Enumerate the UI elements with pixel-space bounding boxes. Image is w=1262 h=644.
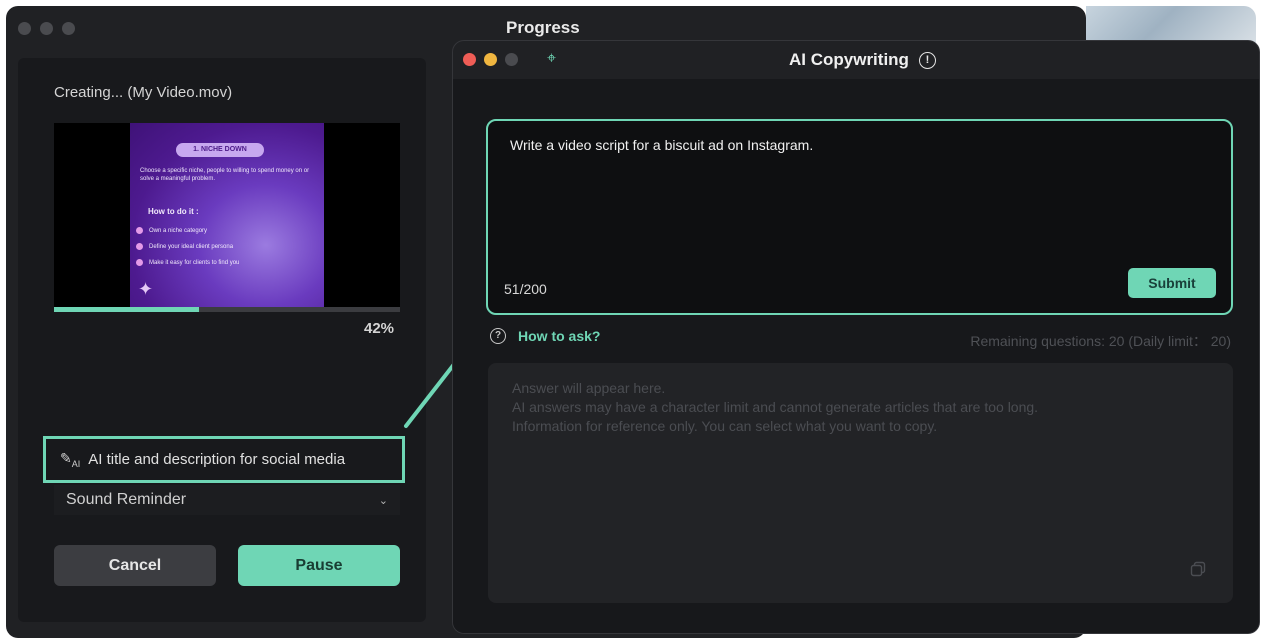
prompt-text[interactable]: Write a video script for a biscuit ad on… [510, 137, 813, 153]
minimize-window-button[interactable] [40, 22, 53, 35]
ai-copywriting-titlebar: ⌖ AI Copywriting ! [453, 41, 1259, 79]
ai-social-media-button[interactable]: ✎AI AI title and description for social … [43, 436, 405, 483]
slide-bullet: Make it easy for clients to find you [136, 259, 239, 266]
answer-placeholder-line: Information for reference only. You can … [512, 418, 938, 434]
how-to-ask-row[interactable]: ? How to ask? [490, 328, 600, 344]
answer-placeholder-line: Answer will appear here. [512, 380, 666, 396]
slide-decoration-icon: ✦ [138, 279, 154, 299]
answer-placeholder-line: AI answers may have a character limit an… [512, 399, 1039, 415]
creating-status-label: Creating... (My Video.mov) [54, 84, 233, 101]
preview-slide: 1. NICHE DOWN Choose a specific niche, p… [130, 123, 324, 311]
ai-pen-icon: ✎AI [60, 450, 81, 469]
copy-icon[interactable] [1190, 561, 1206, 577]
character-count: 51/200 [504, 281, 547, 297]
zoom-window-button[interactable] [62, 22, 75, 35]
slide-bullet: Own a niche category [136, 227, 207, 234]
ai-copywriting-window-controls [463, 53, 518, 66]
slide-heading: 1. NICHE DOWN [176, 143, 264, 157]
how-to-ask-link[interactable]: How to ask? [518, 328, 600, 344]
remaining-questions: Remaining questions: 20 (Daily limit： 20… [970, 333, 1231, 349]
ai-social-media-label: AI title and description for social medi… [88, 451, 346, 468]
slide-body: Choose a specific niche, people to willi… [140, 168, 310, 182]
chevron-down-icon: ⌄ [378, 494, 388, 507]
minimize-window-button[interactable] [484, 53, 497, 66]
close-window-button[interactable] [18, 22, 31, 35]
answer-placeholder: Answer will appear here. AI answers may … [512, 379, 1038, 436]
render-progress-bar [54, 307, 400, 312]
render-progress-fill [54, 307, 200, 312]
prompt-input[interactable]: Write a video script for a biscuit ad on… [486, 119, 1233, 315]
slide-bullet: Define your ideal client persona [136, 243, 233, 250]
ai-copywriting-title-text: AI Copywriting [789, 50, 909, 69]
progress-window-title: Progress [506, 18, 580, 37]
video-preview: 1. NICHE DOWN Choose a specific niche, p… [54, 123, 400, 311]
pause-button[interactable]: Pause [238, 545, 400, 586]
sound-reminder-value: Sound Reminder [66, 491, 187, 508]
cancel-button[interactable]: Cancel [54, 545, 216, 586]
question-icon: ? [490, 328, 506, 344]
ai-copywriting-window: ⌖ AI Copywriting ! Write a video script … [452, 40, 1260, 634]
submit-button[interactable]: Submit [1128, 268, 1216, 298]
sound-reminder-select[interactable]: Sound Reminder ⌄ [54, 485, 400, 515]
progress-percent: 42% [364, 320, 395, 337]
info-icon[interactable]: ! [918, 51, 936, 69]
ai-copywriting-title: AI Copywriting ! [789, 50, 936, 70]
slide-subheading: How to do it : [148, 207, 199, 216]
answer-area[interactable]: Answer will appear here. AI answers may … [488, 363, 1233, 603]
progress-window-controls [18, 22, 75, 35]
zoom-window-button[interactable] [505, 53, 518, 66]
ai-copywriting-body: Write a video script for a biscuit ad on… [453, 79, 1259, 633]
close-window-button[interactable] [463, 53, 476, 66]
pin-icon[interactable]: ⌖ [547, 50, 556, 68]
